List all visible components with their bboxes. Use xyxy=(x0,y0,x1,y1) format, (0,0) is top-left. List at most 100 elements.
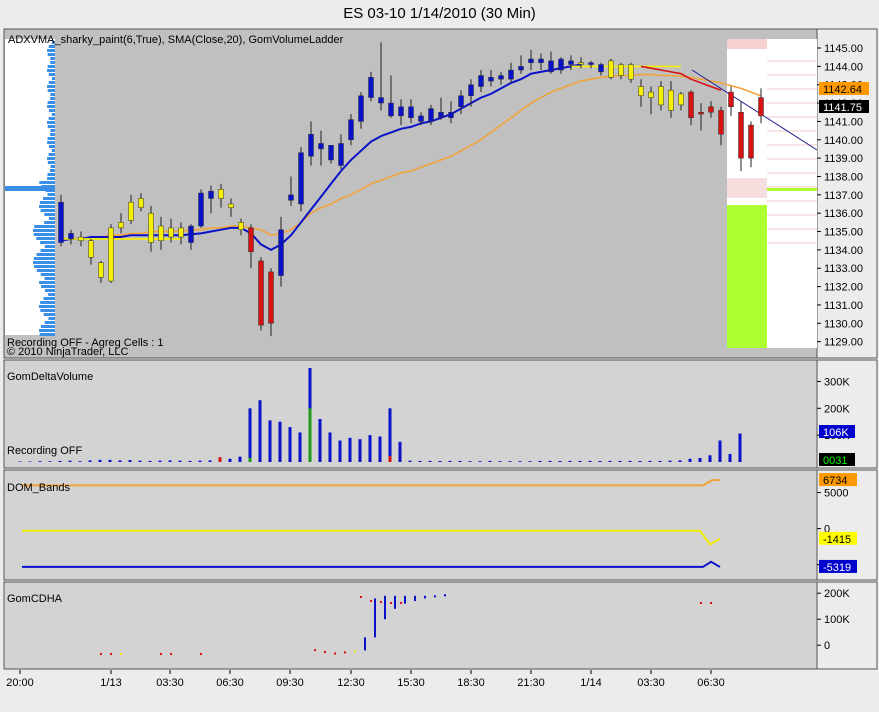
cdha-dot xyxy=(710,602,712,604)
candle-body xyxy=(358,95,364,122)
candle-body xyxy=(378,97,384,104)
delta-bar xyxy=(738,433,742,462)
candle-body xyxy=(278,229,284,276)
volume-ladder-bar xyxy=(39,329,55,332)
delta-bar xyxy=(628,460,632,462)
right-ladder-tick xyxy=(767,228,817,230)
volume-ladder-bar xyxy=(47,121,55,124)
volume-ladder-bar xyxy=(47,65,55,68)
cdha-dot xyxy=(400,602,402,604)
volume-ladder-bar xyxy=(43,297,55,300)
volume-ladder-poc xyxy=(5,186,55,191)
volume-ladder-bar xyxy=(51,149,55,152)
candle-body xyxy=(678,93,684,106)
cdha-label: GomCDHA xyxy=(7,593,63,605)
dom-label: DOM_Bands xyxy=(7,482,70,494)
candle-body xyxy=(158,225,164,241)
delta-bar xyxy=(78,461,82,462)
volume-ladder-bar xyxy=(50,169,55,172)
delta-bar xyxy=(428,460,432,462)
delta-bar xyxy=(508,461,512,462)
cdha-bar xyxy=(384,595,386,620)
cdha-bar xyxy=(324,650,326,653)
chart-canvas[interactable]: 1145.001144.001143.001142.001141.001140.… xyxy=(0,0,879,712)
volume-ladder-bar xyxy=(47,69,55,72)
delta-bar xyxy=(178,460,182,462)
cdha-bar xyxy=(404,595,406,604)
volume-ladder-bar xyxy=(47,161,55,164)
volume-ladder-bar xyxy=(50,57,55,60)
candle-body xyxy=(418,115,424,122)
candle-body xyxy=(58,201,64,243)
volume-ladder-bar xyxy=(40,209,55,212)
volume-ladder-bar xyxy=(47,173,55,176)
delta-bar xyxy=(598,460,602,462)
cdha-bar xyxy=(444,594,446,597)
panel-dom[interactable] xyxy=(3,469,818,581)
delta-bar xyxy=(358,439,362,462)
candle-body xyxy=(138,198,144,208)
volume-ladder-bar xyxy=(36,269,55,272)
cdha-dot xyxy=(360,596,362,598)
candle-body xyxy=(198,192,204,227)
volume-ladder-bar xyxy=(33,229,55,232)
cdha-dot xyxy=(160,653,162,655)
candle-body xyxy=(478,75,484,87)
candle-body xyxy=(698,111,704,115)
cdha-dot xyxy=(170,653,172,655)
candle-body xyxy=(498,75,504,80)
x-tick-label: 1/13 xyxy=(100,677,121,689)
candle-body xyxy=(68,233,74,240)
candle-body xyxy=(408,106,414,119)
delta-bar xyxy=(418,460,422,462)
cdha-bar xyxy=(344,651,346,654)
price-y-label: 1141.00 xyxy=(824,116,863,128)
delta-bar xyxy=(318,419,322,462)
delta-bar xyxy=(468,461,472,462)
panel-cdha[interactable] xyxy=(3,581,818,670)
volume-ladder-bar xyxy=(40,301,55,304)
volume-ladder-bar xyxy=(48,81,55,84)
delta-bar xyxy=(338,440,342,462)
delta-y-label: 300K xyxy=(824,376,850,388)
x-tick-label: 03:30 xyxy=(156,677,184,689)
volume-ladder-bar xyxy=(47,177,55,180)
candle-body xyxy=(648,91,654,98)
price-y-label: 1131.00 xyxy=(824,300,863,312)
delta-bar xyxy=(38,461,42,462)
cdha-bar xyxy=(354,650,356,653)
delta-y-label: 200K xyxy=(824,403,850,415)
delta-bar xyxy=(298,432,302,462)
delta-bar xyxy=(538,460,542,462)
candle-body xyxy=(558,58,564,71)
dom-tag-value: 6734 xyxy=(823,475,847,487)
volume-ladder-bar xyxy=(39,281,55,284)
candle-body xyxy=(268,271,274,324)
right-ladder-tick xyxy=(767,200,817,202)
cdha-y-label: 0 xyxy=(824,640,830,652)
volume-ladder-bar xyxy=(50,61,55,64)
candle-body xyxy=(388,102,394,117)
candle-body xyxy=(758,97,764,117)
delta-bar xyxy=(528,461,532,462)
candle-body xyxy=(178,227,184,238)
volume-ladder-bar xyxy=(44,277,55,280)
volume-ladder-bar xyxy=(47,157,55,160)
delta-bar xyxy=(68,460,72,462)
volume-ladder-bar xyxy=(39,205,55,208)
volume-ladder-bar xyxy=(50,133,55,136)
delta-bar xyxy=(678,460,682,462)
cdha-bar xyxy=(394,595,396,609)
candle-body xyxy=(588,62,594,65)
delta-bar xyxy=(348,437,352,462)
volume-ladder-bar xyxy=(51,113,55,116)
candle-body xyxy=(228,203,234,208)
price-copyright: © 2010 NinjaTrader, LLC xyxy=(7,346,128,358)
delta-bar xyxy=(228,458,232,462)
volume-ladder-bar xyxy=(40,249,55,252)
volume-ladder-bar xyxy=(40,325,55,328)
x-tick-label: 1/14 xyxy=(580,677,601,689)
candle-body xyxy=(208,190,214,199)
panel-delta[interactable] xyxy=(3,359,818,469)
volume-ladder-bar xyxy=(44,289,55,292)
